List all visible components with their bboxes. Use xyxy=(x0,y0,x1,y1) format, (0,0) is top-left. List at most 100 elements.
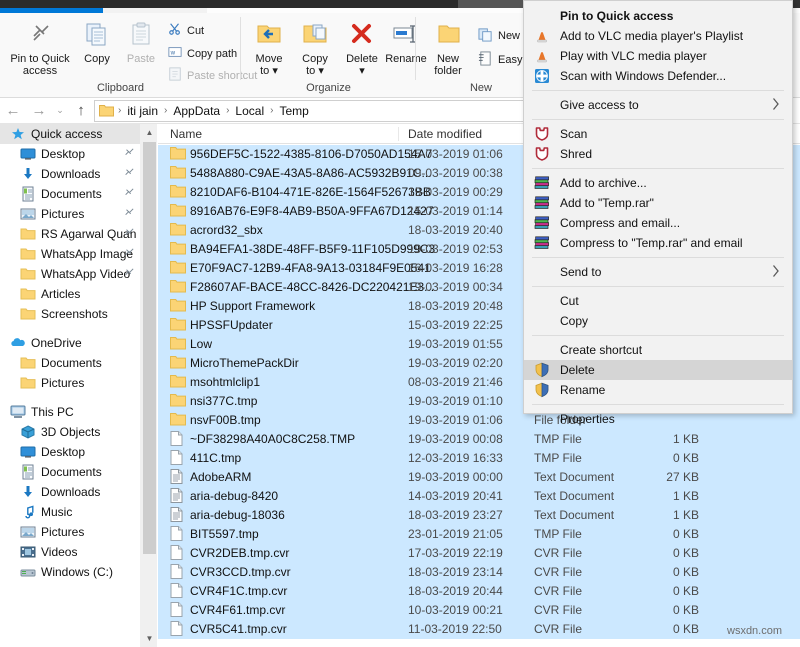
menu-item-compress-to-temp-rar-and-email[interactable]: Compress to "Temp.rar" and email xyxy=(524,233,792,253)
breadcrumb-item-1[interactable]: AppData xyxy=(169,104,224,118)
menu-item-label: Add to archive... xyxy=(560,176,647,190)
shield-red-icon xyxy=(534,146,550,162)
forward-button[interactable]: → xyxy=(26,98,52,124)
menu-item-delete[interactable]: Delete xyxy=(524,360,792,380)
up-button[interactable]: ↑ xyxy=(68,98,94,124)
column-header-date[interactable]: Date modified xyxy=(408,127,482,141)
sidebar-item-windows-c[interactable]: Windows (C:) xyxy=(0,562,140,582)
move-to-button[interactable]: Move to ▾ xyxy=(247,21,291,77)
pin-icon[interactable] xyxy=(124,248,134,260)
menu-item-create-shortcut[interactable]: Create shortcut xyxy=(524,340,792,360)
sidebar-item-videos[interactable]: Videos xyxy=(0,542,140,562)
winrar-icon xyxy=(534,195,550,211)
sidebar-item-onedrive[interactable]: OneDrive xyxy=(0,333,140,353)
pin-icon[interactable] xyxy=(124,208,134,220)
scroll-up-arrow-icon[interactable]: ▲ xyxy=(141,124,158,141)
menu-item-rename[interactable]: Rename xyxy=(524,380,792,400)
table-row[interactable]: ~DF38298A40A0C8C258.TMP19-03-2019 00:08T… xyxy=(158,430,800,449)
table-row[interactable]: BIT5597.tmp23-01-2019 21:05TMP File0 KB xyxy=(158,525,800,544)
sidebar-item-downloads[interactable]: Downloads xyxy=(0,164,140,184)
menu-item-compress-and-email[interactable]: Compress and email... xyxy=(524,213,792,233)
menu-item-scan[interactable]: Scan xyxy=(524,124,792,144)
menu-item-pin-to-quick-access[interactable]: Pin to Quick access xyxy=(524,6,792,26)
sidebar-item-documents[interactable]: Documents xyxy=(0,184,140,204)
sidebar-item-articles[interactable]: Articles xyxy=(0,284,140,304)
breadcrumb-item-3[interactable]: Temp xyxy=(275,104,312,118)
sidebar-item-whatsapp-video[interactable]: WhatsApp Video xyxy=(0,264,140,284)
folder-icon xyxy=(170,412,186,428)
menu-item-add-to-temp-rar[interactable]: Add to "Temp.rar" xyxy=(524,193,792,213)
column-header-name[interactable]: Name xyxy=(170,127,202,141)
pin-icon[interactable] xyxy=(124,268,134,280)
sidebar-item-whatsapp-image[interactable]: WhatsApp Image xyxy=(0,244,140,264)
delete-button[interactable]: Delete ▾ xyxy=(340,21,384,77)
downloads-icon xyxy=(20,166,36,182)
sidebar-item-quick-access[interactable]: Quick access xyxy=(0,124,140,144)
menu-item-send-to[interactable]: Send to xyxy=(524,262,792,282)
file-name: BA94EFA1-38DE-48FF-B5F9-11F105D999C3 xyxy=(190,242,435,256)
column-divider-1[interactable] xyxy=(398,127,399,141)
table-row[interactable]: AdobeARM19-03-2019 00:00Text Document27 … xyxy=(158,468,800,487)
menu-item-add-to-archive[interactable]: Add to archive... xyxy=(524,173,792,193)
table-row[interactable]: 411C.tmp12-03-2019 16:33TMP File0 KB xyxy=(158,449,800,468)
file-type: CVR File xyxy=(534,565,582,579)
pin-icon[interactable] xyxy=(124,168,134,180)
menu-item-add-to-vlc-media-player-s-playlist[interactable]: Add to VLC media player's Playlist xyxy=(524,26,792,46)
sidebar-item-desktop[interactable]: Desktop xyxy=(0,442,140,462)
sidebar-item-pictures[interactable]: Pictures xyxy=(0,373,140,393)
table-row[interactable]: CVR2DEB.tmp.cvr17-03-2019 22:19CVR File0… xyxy=(158,544,800,563)
scrollbar-thumb[interactable] xyxy=(143,142,156,554)
file-size: 27 KB xyxy=(643,470,699,484)
file-date-modified: 19-03-2019 01:10 xyxy=(408,394,503,408)
sidebar-item-3d-objects[interactable]: 3D Objects xyxy=(0,422,140,442)
move-to-label-line1: Move xyxy=(247,53,291,65)
table-row[interactable]: aria-debug-1803618-03-2019 23:27Text Doc… xyxy=(158,506,800,525)
sidebar-item-downloads[interactable]: Downloads xyxy=(0,482,140,502)
menu-item-cut[interactable]: Cut xyxy=(524,291,792,311)
table-row[interactable]: CVR3CCD.tmp.cvr18-03-2019 23:14CVR File0… xyxy=(158,563,800,582)
sidebar-item-documents[interactable]: Documents xyxy=(0,462,140,482)
delete-dropdown-arrow[interactable]: ▾ xyxy=(340,65,384,77)
menu-item-play-with-vlc-media-player[interactable]: Play with VLC media player xyxy=(524,46,792,66)
copy-to-button[interactable]: Copy to ▾ xyxy=(293,21,337,77)
table-row[interactable]: aria-debug-842014-03-2019 20:41Text Docu… xyxy=(158,487,800,506)
sidebar-item-this-pc[interactable]: This PC xyxy=(0,402,140,422)
navigation-pane-scrollbar[interactable]: ▲ ▼ xyxy=(140,124,157,647)
cut-button[interactable]: Cut xyxy=(168,22,204,39)
navigation-pane[interactable]: Quick accessDesktopDownloadsDocumentsPic… xyxy=(0,124,140,647)
pin-icon[interactable] xyxy=(124,228,134,240)
pin-to-quick-access-button[interactable]: Pin to Quick access xyxy=(6,21,74,77)
recent-locations-button[interactable]: ⌄ xyxy=(52,98,68,124)
scroll-down-arrow-icon[interactable]: ▼ xyxy=(141,630,158,647)
menu-item-shred[interactable]: Shred xyxy=(524,144,792,164)
sidebar-item-music[interactable]: Music xyxy=(0,502,140,522)
pin-icon[interactable] xyxy=(124,148,134,160)
menu-item-label: Rename xyxy=(560,383,605,397)
copy-path-button[interactable]: w Copy path xyxy=(168,45,237,62)
menu-item-scan-with-windows-defender[interactable]: Scan with Windows Defender... xyxy=(524,66,792,86)
file-name: AdobeARM xyxy=(190,470,251,484)
new-folder-button[interactable]: New folder xyxy=(424,21,472,77)
sidebar-item-rs-agarwal-quan[interactable]: RS Agarwal Quan xyxy=(0,224,140,244)
table-row[interactable]: CVR4F61.tmp.cvr10-03-2019 00:21CVR File0… xyxy=(158,601,800,620)
pin-icon[interactable] xyxy=(124,188,134,200)
sidebar-item-pictures[interactable]: Pictures xyxy=(0,204,140,224)
sidebar-item-screenshots[interactable]: Screenshots xyxy=(0,304,140,324)
menu-item-give-access-to[interactable]: Give access to xyxy=(524,95,792,115)
file-icon xyxy=(170,431,186,447)
sidebar-item-pictures[interactable]: Pictures xyxy=(0,522,140,542)
table-row[interactable]: CVR4F1C.tmp.cvr18-03-2019 20:44CVR File0… xyxy=(158,582,800,601)
folder-icon xyxy=(170,317,186,333)
sidebar-item-desktop[interactable]: Desktop xyxy=(0,144,140,164)
context-menu[interactable]: Pin to Quick accessAdd to VLC media play… xyxy=(523,0,793,414)
breadcrumb-item-2[interactable]: Local xyxy=(231,104,268,118)
menu-item-copy[interactable]: Copy xyxy=(524,311,792,331)
back-button[interactable]: ← xyxy=(0,98,26,124)
table-row[interactable]: CVR5C41.tmp.cvr11-03-2019 22:50CVR File0… xyxy=(158,620,800,639)
menu-item-properties[interactable]: Properties xyxy=(524,409,792,429)
paste-button[interactable]: Paste xyxy=(120,21,162,65)
breadcrumb-item-0[interactable]: iti jain xyxy=(123,104,162,118)
copy-to-label-line2: to ▾ xyxy=(293,65,337,77)
sidebar-item-documents[interactable]: Documents xyxy=(0,353,140,373)
copy-button[interactable]: Copy xyxy=(76,21,118,65)
